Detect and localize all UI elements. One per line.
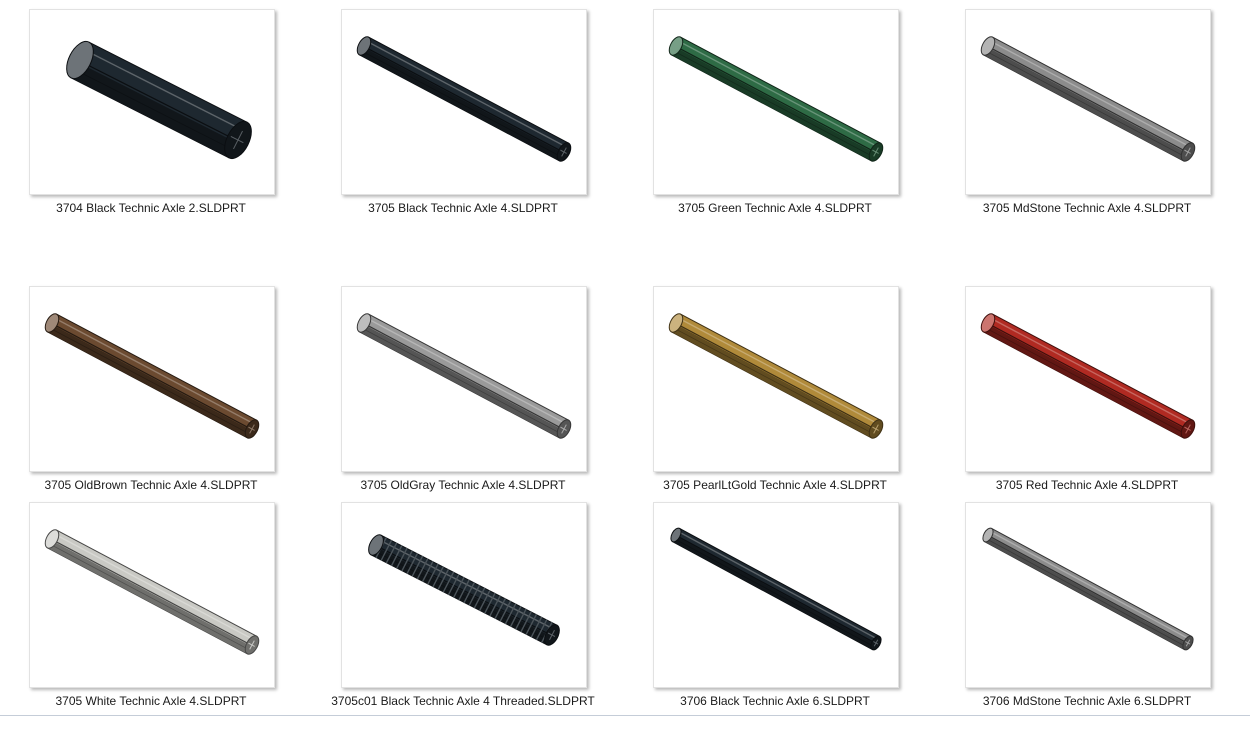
threaded-axle-thumbnail[interactable] xyxy=(341,502,587,688)
axle-thumbnail[interactable] xyxy=(965,502,1211,688)
axle-thumbnail[interactable] xyxy=(341,9,587,195)
file-name-label[interactable]: 3705 Red Technic Axle 4.SLDPRT xyxy=(937,478,1237,492)
file-name-label[interactable]: 3705 MdStone Technic Axle 4.SLDPRT xyxy=(937,201,1237,215)
file-name-label[interactable]: 3706 Black Technic Axle 6.SLDPRT xyxy=(625,694,925,708)
file-name-label[interactable]: 3706 MdStone Technic Axle 6.SLDPRT xyxy=(937,694,1237,708)
file-name-label[interactable]: 3705 PearlLtGold Technic Axle 4.SLDPRT xyxy=(625,478,925,492)
axle-icon xyxy=(44,313,260,439)
axle-icon xyxy=(66,40,252,160)
file-name-label[interactable]: 3705 White Technic Axle 4.SLDPRT xyxy=(1,694,301,708)
axle-icon xyxy=(670,527,882,651)
axle-thumbnail[interactable] xyxy=(653,502,899,688)
axle-thumbnail[interactable] xyxy=(965,286,1211,472)
axle-thumbnail[interactable] xyxy=(341,286,587,472)
file-thumbnail-grid: 3704 Black Technic Axle 2.SLDPRT 3705 Bla… xyxy=(0,0,1250,716)
axle-thumbnail[interactable] xyxy=(29,286,275,472)
file-name-label[interactable]: 3705 OldGray Technic Axle 4.SLDPRT xyxy=(313,478,613,492)
axle-thumbnail[interactable] xyxy=(29,9,275,195)
file-name-label[interactable]: 3705c01 Black Technic Axle 4 Threaded.SL… xyxy=(313,694,613,708)
threaded-axle-icon xyxy=(368,534,560,646)
axle-icon xyxy=(356,313,572,439)
file-name-label[interactable]: 3705 OldBrown Technic Axle 4.SLDPRT xyxy=(1,478,301,492)
file-name-label[interactable]: 3705 Green Technic Axle 4.SLDPRT xyxy=(625,201,925,215)
axle-thumbnail[interactable] xyxy=(965,9,1211,195)
axle-thumbnail[interactable] xyxy=(653,9,899,195)
axle-icon xyxy=(356,36,572,162)
status-bar-edge xyxy=(0,715,1250,734)
axle-thumbnail[interactable] xyxy=(653,286,899,472)
axle-icon xyxy=(982,527,1194,651)
axle-icon xyxy=(668,313,884,439)
axle-icon xyxy=(980,313,1196,439)
axle-icon xyxy=(44,529,260,655)
file-name-label[interactable]: 3704 Black Technic Axle 2.SLDPRT xyxy=(1,201,301,215)
file-name-label[interactable]: 3705 Black Technic Axle 4.SLDPRT xyxy=(313,201,613,215)
axle-icon xyxy=(668,36,884,162)
axle-icon xyxy=(980,36,1196,162)
axle-thumbnail[interactable] xyxy=(29,502,275,688)
